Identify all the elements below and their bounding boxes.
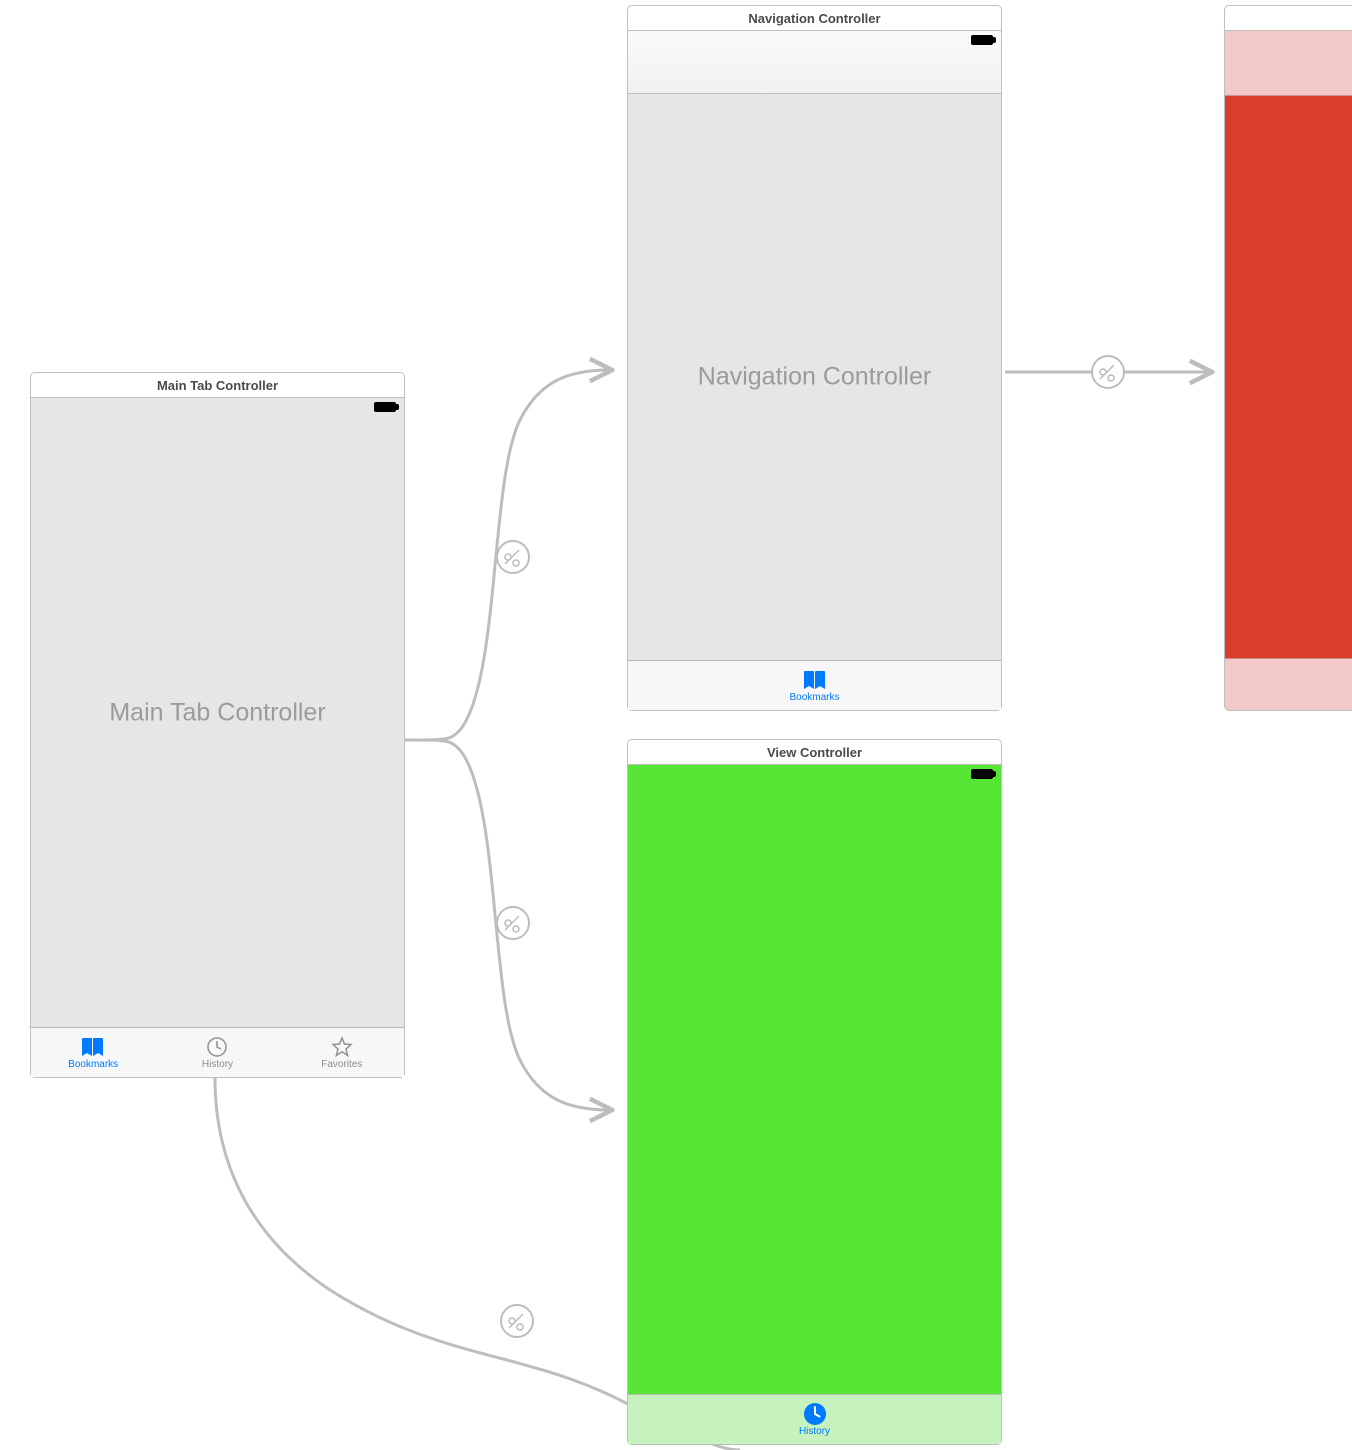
scene-main-tab-controller[interactable]: Main Tab Controller Main Tab Controller … bbox=[30, 372, 405, 1078]
scene-body: Navigation Controller bbox=[628, 94, 1001, 660]
navigation-bar bbox=[1225, 31, 1352, 96]
battery-icon bbox=[971, 35, 993, 45]
tab-label: History bbox=[202, 1059, 233, 1070]
scene-view-controller-green[interactable]: View Controller History bbox=[627, 739, 1002, 1445]
navigation-bar bbox=[628, 31, 1001, 94]
scene-body bbox=[1225, 96, 1352, 658]
tab-bar: History bbox=[628, 1394, 1001, 1444]
bookmarks-icon bbox=[802, 669, 828, 691]
scene-red-partial[interactable] bbox=[1224, 5, 1352, 711]
scene-title: View Controller bbox=[628, 740, 1001, 765]
battery-icon bbox=[374, 402, 396, 412]
favorites-icon bbox=[331, 1036, 353, 1058]
tab-label: Favorites bbox=[321, 1059, 362, 1070]
scene-center-label: Navigation Controller bbox=[628, 363, 1001, 392]
storyboard-canvas[interactable]: Main Tab Controller Main Tab Controller … bbox=[0, 0, 1352, 1450]
tab-bar: Bookmarks bbox=[628, 660, 1001, 710]
tab-bookmarks[interactable]: Bookmarks bbox=[31, 1028, 155, 1077]
scene-title: Navigation Controller bbox=[628, 6, 1001, 31]
tab-label: History bbox=[799, 1426, 830, 1437]
tab-bookmarks[interactable]: Bookmarks bbox=[628, 661, 1001, 710]
tab-label: Bookmarks bbox=[68, 1059, 118, 1070]
tab-bar: Bookmarks History Favorites bbox=[31, 1027, 404, 1077]
tab-history[interactable]: History bbox=[155, 1028, 279, 1077]
battery-icon bbox=[971, 769, 993, 779]
tab-favorites[interactable]: Favorites bbox=[280, 1028, 404, 1077]
scene-navigation-controller[interactable]: Navigation Controller Navigation Control… bbox=[627, 5, 1002, 711]
tab-label: Bookmarks bbox=[789, 692, 839, 703]
history-icon bbox=[803, 1403, 827, 1425]
history-icon bbox=[206, 1036, 228, 1058]
tab-history[interactable]: History bbox=[628, 1395, 1001, 1444]
scene-center-label: Main Tab Controller bbox=[31, 698, 404, 727]
scene-body bbox=[628, 765, 1001, 1394]
scene-title: Main Tab Controller bbox=[31, 373, 404, 398]
tab-bar bbox=[1225, 658, 1352, 710]
scene-title bbox=[1225, 6, 1352, 31]
scene-body: Main Tab Controller bbox=[31, 398, 404, 1027]
bookmarks-icon bbox=[80, 1036, 106, 1058]
